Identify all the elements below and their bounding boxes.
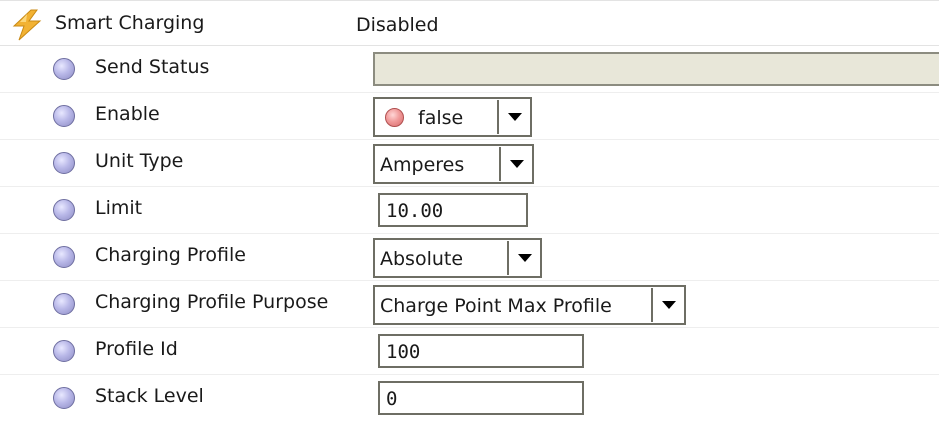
send-status-label: Send Status xyxy=(95,56,210,78)
profile-id-value: 100 xyxy=(386,341,421,363)
unit-type-dropdown[interactable]: Amperes xyxy=(373,144,534,184)
charging-profile-dropdown[interactable]: Absolute xyxy=(373,238,542,278)
limit-input[interactable]: 10.00 xyxy=(378,193,528,227)
property-row-limit: Limit 10.00 xyxy=(0,187,939,234)
enable-value: false xyxy=(418,107,464,129)
false-indicator-icon xyxy=(385,108,404,127)
smart-charging-header[interactable]: Smart Charging Disabled xyxy=(0,0,939,46)
lightning-bolt-icon xyxy=(12,9,42,41)
profile-id-label: Profile Id xyxy=(95,338,178,360)
slot-icon xyxy=(53,246,75,268)
slot-icon xyxy=(53,58,75,80)
property-row-charging-profile: Charging Profile Absolute xyxy=(0,234,939,281)
charging-profile-purpose-label: Charging Profile Purpose xyxy=(95,291,329,313)
charging-profile-purpose-value: Charge Point Max Profile xyxy=(380,295,612,317)
slot-icon xyxy=(53,105,75,127)
charging-profile-value: Absolute xyxy=(380,248,464,270)
property-row-send-status: Send Status xyxy=(0,46,939,93)
profile-id-input[interactable]: 100 xyxy=(378,334,584,368)
stack-level-input[interactable]: 0 xyxy=(378,381,584,415)
slot-icon xyxy=(53,152,75,174)
unit-type-value: Amperes xyxy=(380,154,465,176)
chevron-down-icon[interactable] xyxy=(499,147,532,181)
slot-icon xyxy=(53,387,75,409)
slot-icon xyxy=(53,293,75,315)
charging-profile-purpose-dropdown[interactable]: Charge Point Max Profile xyxy=(373,285,686,325)
slot-icon xyxy=(53,199,75,221)
chevron-down-icon[interactable] xyxy=(507,241,540,275)
chevron-down-icon[interactable] xyxy=(497,100,530,134)
property-row-unit-type: Unit Type Amperes xyxy=(0,140,939,187)
slot-icon xyxy=(53,340,75,362)
enable-dropdown[interactable]: false xyxy=(373,97,532,137)
property-row-enable: Enable false xyxy=(0,93,939,140)
smart-charging-status: Disabled xyxy=(356,14,439,36)
enable-label: Enable xyxy=(95,103,160,125)
stack-level-value: 0 xyxy=(386,388,398,410)
property-row-charging-profile-purpose: Charging Profile Purpose Charge Point Ma… xyxy=(0,281,939,328)
property-row-stack-level: Stack Level 0 xyxy=(0,375,939,422)
property-row-profile-id: Profile Id 100 xyxy=(0,328,939,375)
chevron-down-icon[interactable] xyxy=(651,288,684,322)
stack-level-label: Stack Level xyxy=(95,385,204,407)
charging-profile-label: Charging Profile xyxy=(95,244,246,266)
limit-label: Limit xyxy=(95,197,143,219)
unit-type-label: Unit Type xyxy=(95,150,184,172)
send-status-field xyxy=(373,52,939,86)
limit-value: 10.00 xyxy=(386,200,444,222)
smart-charging-label: Smart Charging xyxy=(55,12,205,34)
